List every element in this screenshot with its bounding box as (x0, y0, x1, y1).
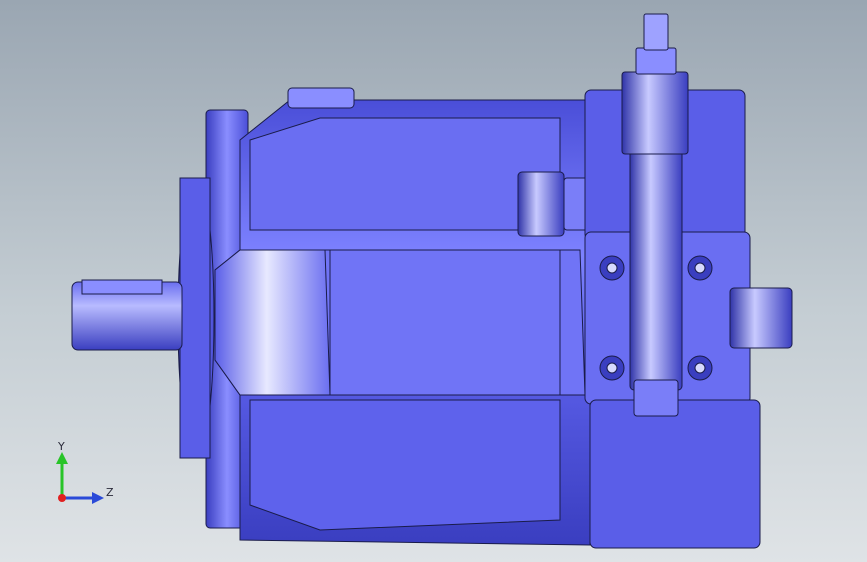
z-axis-label: Z (106, 486, 114, 499)
y-axis-arrow-icon (56, 452, 68, 464)
3d-model-viewport[interactable] (0, 0, 867, 562)
y-axis-label: Y (57, 440, 65, 453)
z-axis-arrow-icon (92, 492, 104, 504)
valve-spool (621, 13, 689, 417)
drive-shaft (71, 279, 183, 351)
coordinate-axis-triad: Y Z (56, 440, 114, 504)
origin-icon (58, 494, 66, 502)
control-valve-block (584, 89, 793, 549)
pump-housing (214, 87, 591, 546)
